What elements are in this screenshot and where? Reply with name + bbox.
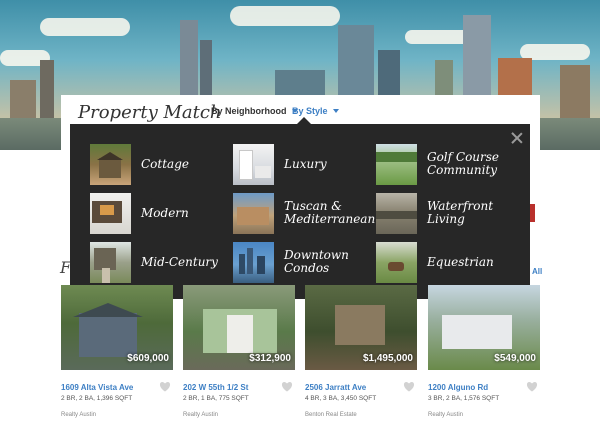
option-label-line2: Community bbox=[427, 163, 498, 177]
tuscan-photo bbox=[233, 192, 274, 234]
listing-card[interactable]: $312,900 202 W 55th 1/2 St 2 BR, 1 BA, 7… bbox=[183, 285, 295, 418]
listing-address[interactable]: 202 W 55th 1/2 St bbox=[183, 383, 248, 392]
style-option-equestrian[interactable]: Equestrian bbox=[376, 241, 516, 283]
tab-label: By Neighborhood bbox=[211, 106, 287, 116]
listing-card[interactable]: $549,000 1200 Alguno Rd 3 BR, 2 BA, 1,57… bbox=[428, 285, 540, 418]
search-button-edge[interactable] bbox=[530, 204, 535, 222]
style-option-waterfront-living[interactable]: Waterfront Living bbox=[376, 192, 516, 234]
option-label-line2: Condos bbox=[284, 261, 330, 275]
option-label: Modern bbox=[141, 205, 189, 220]
listing-specs: 2 BR, 1 BA, 775 SQFT bbox=[183, 395, 249, 402]
listing-address[interactable]: 1609 Alta Vista Ave bbox=[61, 383, 133, 392]
heart-icon[interactable] bbox=[403, 381, 415, 392]
style-option-modern[interactable]: Modern bbox=[90, 192, 230, 234]
listing-photo[interactable]: $609,000 bbox=[61, 285, 173, 370]
chevron-down-icon bbox=[332, 109, 339, 113]
listing-address[interactable]: 1200 Alguno Rd bbox=[428, 383, 488, 392]
equestrian-photo bbox=[376, 241, 417, 283]
tab-label: By Style bbox=[292, 106, 328, 116]
style-option-tuscan-mediterranean[interactable]: Tuscan & Mediterranean bbox=[233, 192, 376, 234]
waterfront-photo bbox=[376, 192, 417, 234]
listing-agency: Benton Real Estate bbox=[305, 412, 357, 418]
see-all-link[interactable]: All bbox=[532, 267, 542, 276]
option-label: Mid-Century bbox=[141, 254, 218, 269]
option-label-line1: Tuscan & bbox=[284, 199, 342, 213]
tab-by-style[interactable]: By Style bbox=[292, 106, 339, 116]
downtown-photo bbox=[233, 241, 274, 283]
listing-agency: Realty Austin bbox=[61, 412, 97, 418]
page-title: Property Match bbox=[78, 102, 222, 123]
dropdown-pointer bbox=[297, 117, 311, 124]
listing-price: $609,000 bbox=[127, 353, 169, 364]
listing-photo[interactable]: $549,000 bbox=[428, 285, 540, 370]
listing-photo[interactable]: $312,900 bbox=[183, 285, 295, 370]
modern-photo bbox=[90, 192, 131, 234]
option-label: Luxury bbox=[284, 156, 327, 171]
heart-icon[interactable] bbox=[526, 381, 538, 392]
listing-card[interactable]: $1,495,000 2506 Jarratt Ave 4 BR, 3 BA, … bbox=[305, 285, 417, 418]
listing-price: $312,900 bbox=[249, 353, 291, 364]
heart-icon[interactable] bbox=[159, 381, 171, 392]
golf-course-photo bbox=[376, 143, 417, 185]
listing-card[interactable]: $609,000 1609 Alta Vista Ave 2 BR, 2 BA,… bbox=[61, 285, 173, 418]
option-label-line2: Living bbox=[427, 212, 465, 226]
option-label-line1: Downtown bbox=[284, 248, 349, 262]
tab-by-neighborhood[interactable]: By Neighborhood bbox=[211, 106, 298, 116]
listing-specs: 2 BR, 2 BA, 1,396 SQFT bbox=[61, 395, 133, 402]
style-option-luxury[interactable]: Luxury bbox=[233, 143, 373, 185]
listing-specs: 4 BR, 3 BA, 3,450 SQFT bbox=[305, 395, 377, 402]
luxury-photo bbox=[233, 143, 274, 185]
mid-century-photo bbox=[90, 241, 131, 283]
listing-agency: Realty Austin bbox=[183, 412, 219, 418]
style-option-mid-century[interactable]: Mid-Century bbox=[90, 241, 230, 283]
option-label: Equestrian bbox=[427, 254, 494, 269]
listing-agency: Realty Austin bbox=[428, 412, 464, 418]
option-label-line1: Golf Course bbox=[427, 150, 500, 164]
cottage-photo bbox=[90, 143, 131, 185]
style-option-golf-course-community[interactable]: Golf Course Community bbox=[376, 143, 516, 185]
style-option-cottage[interactable]: Cottage bbox=[90, 143, 230, 185]
listing-price: $1,495,000 bbox=[362, 353, 413, 364]
listing-price: $549,000 bbox=[494, 353, 536, 364]
heart-icon[interactable] bbox=[281, 381, 293, 392]
listing-address[interactable]: 2506 Jarratt Ave bbox=[305, 383, 366, 392]
listing-photo[interactable]: $1,495,000 bbox=[305, 285, 417, 370]
option-label-line2: Mediterranean bbox=[284, 212, 376, 226]
option-label: Cottage bbox=[141, 156, 189, 171]
option-label-line1: Waterfront bbox=[427, 199, 494, 213]
listing-specs: 3 BR, 2 BA, 1,576 SQFT bbox=[428, 395, 500, 402]
style-option-downtown-condos[interactable]: Downtown Condos bbox=[233, 241, 373, 283]
